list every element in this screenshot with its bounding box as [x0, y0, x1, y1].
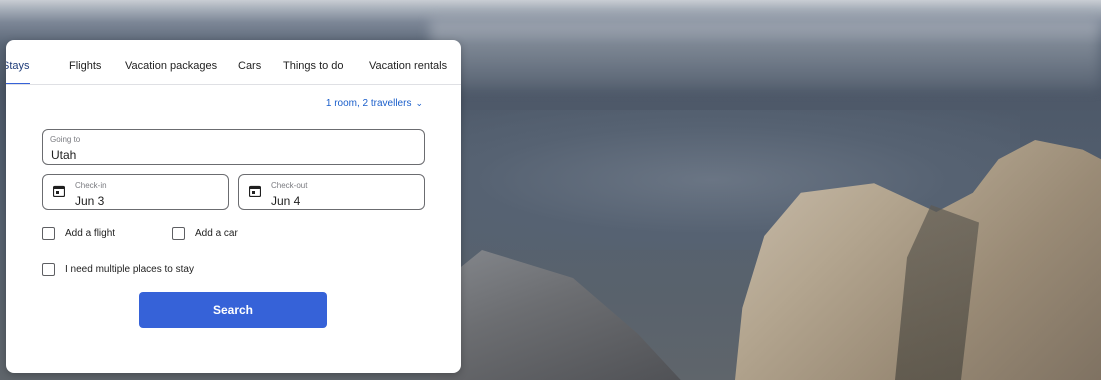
- going-to-label: Going to: [50, 135, 81, 144]
- hero-sky-haze: [430, 20, 1100, 90]
- tab-vacation-rentals[interactable]: Vacation rentals: [369, 40, 447, 84]
- hero-rock-left: [430, 250, 690, 380]
- check-out-value: Jun 4: [271, 194, 301, 208]
- add-car-label: Add a car: [195, 228, 238, 239]
- tab-things-to-do[interactable]: Things to do: [283, 40, 344, 84]
- multiple-places-label: I need multiple places to stay: [65, 264, 194, 275]
- chevron-down-icon: ⌄: [415, 98, 423, 108]
- multiple-places-checkbox[interactable]: I need multiple places to stay: [42, 263, 194, 276]
- check-in-field[interactable]: Check-in Jun 3: [42, 174, 229, 210]
- going-to-value: Utah: [51, 148, 77, 162]
- add-car-checkbox-box[interactable]: [172, 227, 185, 240]
- search-card: Stays Flights Vacation packages Cars Thi…: [6, 40, 461, 373]
- search-button[interactable]: Search: [139, 292, 327, 328]
- tab-flights[interactable]: Flights: [69, 40, 101, 84]
- tab-cars[interactable]: Cars: [238, 40, 261, 84]
- add-car-checkbox[interactable]: Add a car: [172, 227, 238, 240]
- check-out-label: Check-out: [271, 181, 308, 190]
- going-to-field[interactable]: Going to Utah: [42, 129, 425, 165]
- calendar-icon: [249, 185, 261, 197]
- tab-vacation-packages[interactable]: Vacation packages: [125, 40, 217, 84]
- check-out-field[interactable]: Check-out Jun 4: [238, 174, 425, 210]
- add-flight-checkbox[interactable]: Add a flight: [42, 227, 115, 240]
- check-in-value: Jun 3: [75, 194, 105, 208]
- travellers-label: 1 room, 2 travellers: [325, 98, 412, 109]
- search-tabs: Stays Flights Vacation packages Cars Thi…: [6, 40, 461, 85]
- travellers-selector[interactable]: 1 room, 2 travellers ⌄: [326, 98, 423, 109]
- multiple-places-checkbox-box[interactable]: [42, 263, 55, 276]
- calendar-icon: [53, 185, 65, 197]
- add-flight-checkbox-box[interactable]: [42, 227, 55, 240]
- add-flight-label: Add a flight: [65, 228, 116, 239]
- tab-stays[interactable]: Stays: [6, 40, 30, 84]
- check-in-label: Check-in: [75, 181, 107, 190]
